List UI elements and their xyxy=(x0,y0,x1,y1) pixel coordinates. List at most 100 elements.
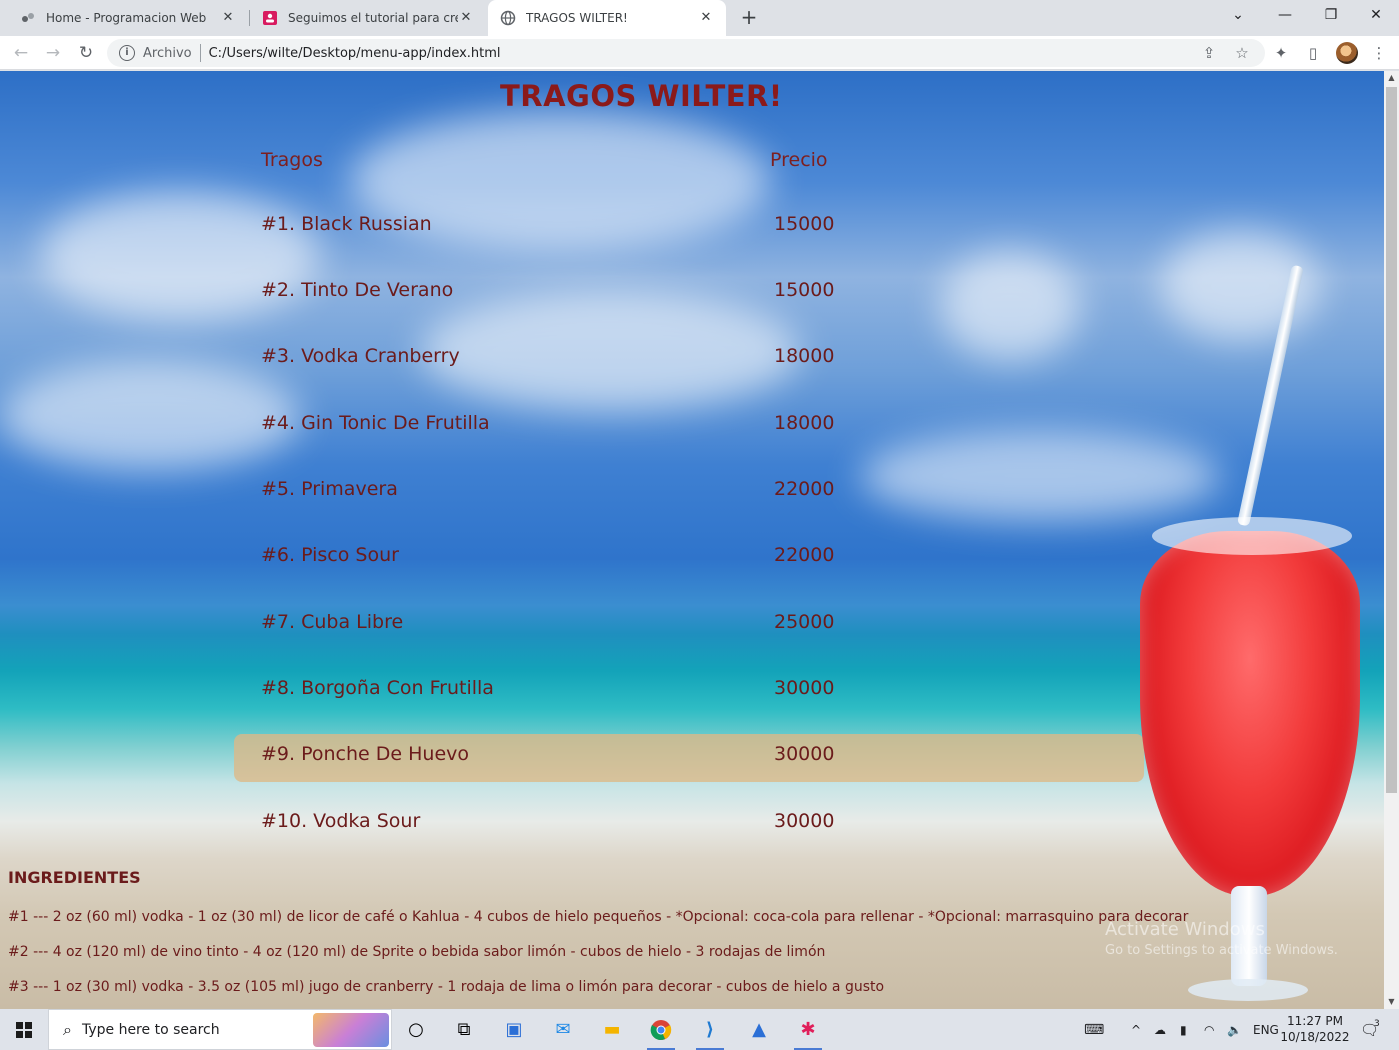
cortana-icon[interactable]: ○ xyxy=(392,1009,440,1050)
drink-price: 15000 xyxy=(774,213,835,235)
restore-button[interactable]: ❐ xyxy=(1308,0,1354,32)
start-button[interactable] xyxy=(0,1009,48,1050)
vertical-scrollbar[interactable]: ▲ ▼ xyxy=(1384,71,1399,1009)
close-tab-icon[interactable]: ✕ xyxy=(458,10,474,26)
cocktail-glass xyxy=(1140,531,1360,896)
side-panel-icon[interactable]: ▯ xyxy=(1303,43,1323,63)
close-window-button[interactable]: ✕ xyxy=(1353,0,1399,32)
scroll-up-arrow-icon[interactable]: ▲ xyxy=(1384,71,1399,85)
globe-icon xyxy=(500,10,516,26)
taskbar-clock[interactable]: 11:27 PM 10/18/2022 xyxy=(1280,1013,1350,1045)
drink-name: #10. Vodka Sour xyxy=(261,810,421,832)
drink-name: #4. Gin Tonic De Frutilla xyxy=(261,412,490,434)
presentation-icon xyxy=(262,10,278,26)
slack-icon[interactable]: ✱ xyxy=(784,1009,832,1050)
scheme-label: Archivo xyxy=(143,45,192,61)
drink-name: #2. Tinto De Verano xyxy=(261,279,454,301)
drink-price: 30000 xyxy=(774,810,835,832)
touch-keyboard-icon[interactable]: ⌨ xyxy=(1084,1009,1104,1050)
browser-toolbar: ← → ↻ i Archivo C:/Users/wilte/Desktop/m… xyxy=(0,36,1399,70)
activate-windows-title: Activate Windows xyxy=(1105,919,1265,940)
wifi-icon[interactable]: ◠ xyxy=(1204,1009,1214,1050)
drink-row[interactable]: #4. Gin Tonic De Frutilla 18000 xyxy=(234,403,1144,451)
menu-kebab-icon[interactable]: ⋮ xyxy=(1369,43,1389,63)
profile-avatar[interactable] xyxy=(1336,42,1358,64)
show-hidden-icons-chevron-icon[interactable]: ^ xyxy=(1131,1009,1141,1050)
tab-strip: Home - Programacion Web ✕ Seguimos el tu… xyxy=(0,0,1399,36)
drink-name: #7. Cuba Libre xyxy=(261,611,404,633)
drink-row-highlighted[interactable]: #9. Ponche De Huevo 30000 xyxy=(234,734,1144,782)
forward-arrow-icon[interactable]: → xyxy=(40,40,66,66)
ingredients-heading: INGREDIENTES xyxy=(8,868,141,887)
back-arrow-icon[interactable]: ← xyxy=(8,40,34,66)
tab-home-programacion-web[interactable]: Home - Programacion Web ✕ xyxy=(8,0,248,36)
reload-icon[interactable]: ↻ xyxy=(73,40,99,66)
drink-row[interactable]: #8. Borgoña Con Frutilla 30000 xyxy=(234,668,1144,716)
search-highlight-image xyxy=(313,1013,389,1047)
drink-row[interactable]: #6. Pisco Sour 22000 xyxy=(234,535,1144,583)
tab-tragos-wilter[interactable]: TRAGOS WILTER! ✕ xyxy=(488,0,726,36)
notification-count-badge: 3 xyxy=(1374,1019,1380,1029)
tab-seguimos-tutorial[interactable]: Seguimos el tutorial para crear nu ✕ xyxy=(250,0,486,36)
battery-icon[interactable]: ▮ xyxy=(1180,1009,1187,1050)
windows-taskbar: ⌕ Type here to search ○ ⧉ ▣ ✉ ▬ ⟩ ▲ ✱ ⌨ … xyxy=(0,1009,1399,1050)
column-header-drinks: Tragos xyxy=(261,149,323,171)
drink-price: 22000 xyxy=(774,544,835,566)
drink-price: 25000 xyxy=(774,611,835,633)
chrome-icon[interactable] xyxy=(637,1009,685,1050)
ingredient-line: #1 --- 2 oz (60 ml) vodka - 1 oz (30 ml)… xyxy=(8,909,1189,925)
scroll-down-arrow-icon[interactable]: ▼ xyxy=(1384,995,1399,1009)
vscode-icon[interactable]: ⟩ xyxy=(686,1009,734,1050)
mail-icon[interactable]: ✉ xyxy=(539,1009,587,1050)
language-indicator[interactable]: ENG xyxy=(1253,1009,1279,1050)
drink-name: #6. Pisco Sour xyxy=(261,544,399,566)
cocktail-glass-base xyxy=(1188,979,1308,1001)
file-explorer-icon[interactable]: ▬ xyxy=(588,1009,636,1050)
extensions-puzzle-icon[interactable]: ✦ xyxy=(1271,43,1291,63)
page-title: TRAGOS WILTER! xyxy=(500,79,783,113)
drink-price: 15000 xyxy=(774,279,835,301)
volume-icon[interactable]: 🔈 xyxy=(1227,1009,1242,1050)
drink-price: 30000 xyxy=(774,677,835,699)
drink-row[interactable]: #5. Primavera 22000 xyxy=(234,469,1144,517)
tab-title: TRAGOS WILTER! xyxy=(526,11,628,25)
drink-row[interactable]: #10. Vodka Sour 30000 xyxy=(234,801,1144,849)
drink-row[interactable]: #1. Black Russian 15000 xyxy=(234,204,1144,252)
clock-time: 11:27 PM xyxy=(1287,1014,1343,1028)
tab-search-chevron-icon[interactable]: ⌄ xyxy=(1215,0,1261,32)
share-icon[interactable]: ⇪ xyxy=(1200,44,1218,62)
windows-logo-icon xyxy=(16,1021,32,1038)
address-bar[interactable]: i Archivo C:/Users/wilte/Desktop/menu-ap… xyxy=(107,39,1265,67)
cocktail-glass-rim xyxy=(1152,517,1352,555)
drink-row[interactable]: #3. Vodka Cranberry 18000 xyxy=(234,336,1144,384)
drink-name: #5. Primavera xyxy=(261,478,398,500)
minimize-button[interactable]: — xyxy=(1262,0,1308,32)
scrollbar-thumb[interactable] xyxy=(1386,87,1397,793)
drink-price: 22000 xyxy=(774,478,835,500)
task-view-icon[interactable]: ⧉ xyxy=(440,1009,488,1050)
close-tab-icon[interactable]: ✕ xyxy=(220,10,236,26)
new-tab-button[interactable]: + xyxy=(736,5,762,31)
drink-price: 30000 xyxy=(774,743,835,765)
ingredient-line: #2 --- 4 oz (120 ml) de vino tinto - 4 o… xyxy=(8,944,826,960)
drink-name: #9. Ponche De Huevo xyxy=(261,743,469,765)
photos-icon[interactable]: ▲ xyxy=(735,1009,783,1050)
info-icon[interactable]: i xyxy=(119,45,135,61)
activate-windows-subtitle: Go to Settings to activate Windows. xyxy=(1105,943,1338,958)
taskbar-search-box[interactable]: ⌕ Type here to search xyxy=(48,1009,392,1050)
clock-date: 10/18/2022 xyxy=(1280,1030,1350,1044)
bookmark-star-icon[interactable]: ☆ xyxy=(1233,44,1251,62)
drink-row[interactable]: #2. Tinto De Verano 15000 xyxy=(234,270,1144,318)
drink-price: 18000 xyxy=(774,345,835,367)
close-tab-icon[interactable]: ✕ xyxy=(698,10,714,26)
wordpress-icon xyxy=(20,10,36,26)
search-placeholder: Type here to search xyxy=(81,1021,220,1038)
onedrive-cloud-icon[interactable]: ☁ xyxy=(1154,1009,1166,1050)
microsoft-store-icon[interactable]: ▣ xyxy=(490,1009,538,1050)
ingredient-line: #3 --- 1 oz (30 ml) vodka - 3.5 oz (105 … xyxy=(8,979,885,995)
drink-row[interactable]: #7. Cuba Libre 25000 xyxy=(234,602,1144,650)
search-icon: ⌕ xyxy=(63,1019,72,1039)
drink-name: #1. Black Russian xyxy=(261,213,432,235)
page-viewport: TRAGOS WILTER! Tragos Precio #1. Black R… xyxy=(0,71,1384,1009)
url-text[interactable]: C:/Users/wilte/Desktop/menu-app/index.ht… xyxy=(209,46,501,61)
